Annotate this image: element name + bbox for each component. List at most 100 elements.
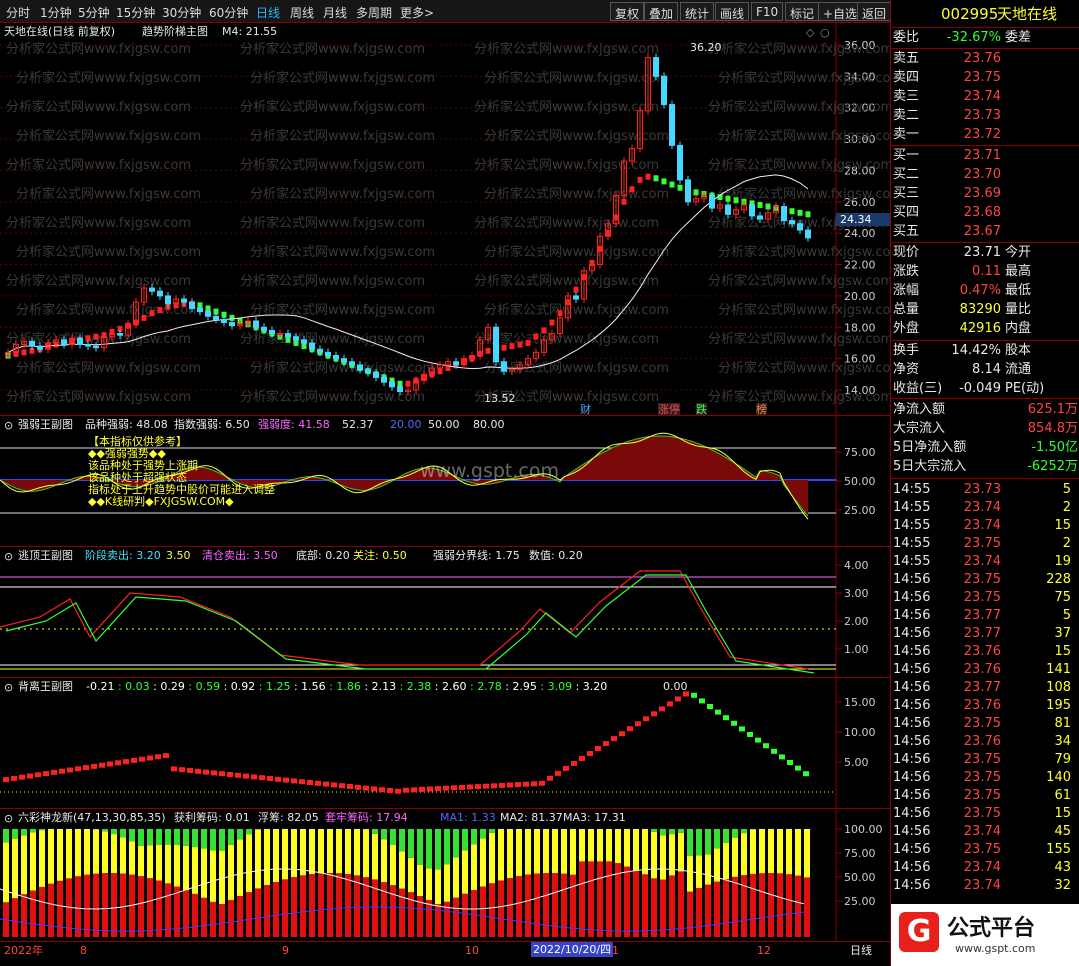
draw-button[interactable]: 画线 (715, 2, 750, 21)
subchart4-name: 六彩神龙新(47,13,30,85,35) (18, 811, 166, 824)
stat-label-right: 最高 (1005, 264, 1032, 279)
chip-red (471, 889, 477, 937)
chip-red (84, 874, 90, 937)
subchart4-icon[interactable]: ⊙ (4, 812, 13, 825)
chip-yellow (399, 851, 405, 889)
indicator-notes: 【本指标仅供参考】 ◆◆强弱强势◆◆ 该品种处于强势上涨期 该品种处于超强状态 … (88, 436, 275, 508)
candle-body (253, 320, 259, 328)
tick-price: 23.75 (963, 536, 1001, 551)
divergence-step (739, 726, 745, 732)
stat-label: 净资 (893, 362, 920, 377)
divergence-step (283, 777, 289, 783)
divergence-step (715, 709, 721, 715)
period-1min[interactable]: 1分钟 (40, 4, 72, 21)
chip-red (228, 899, 234, 937)
bid-label: 买三 (893, 186, 920, 201)
tick-volume: 15 (1054, 518, 1071, 533)
diamond-icon[interactable]: ◇ (806, 26, 814, 39)
chip-subchart-pane[interactable]: 100.00 75.00 50.00 25.00 ⊙ 六彩神龙新(47,13,30,8… (0, 808, 890, 941)
f10-button[interactable]: F10 (751, 2, 784, 21)
chip-red (777, 873, 783, 937)
period-monthly[interactable]: 月线 (323, 4, 347, 21)
period-5min[interactable]: 5分钟 (78, 4, 110, 21)
main-chart-pane[interactable]: 36.00 34.00 32.00 30.00 28.00 26.00 24.00 22.00… (0, 23, 890, 415)
watermark-text: 分析家公式网www.fxjgsw.com (240, 215, 425, 231)
chip-green (219, 829, 225, 851)
divergence-step (243, 773, 249, 779)
period-weekly[interactable]: 周线 (290, 4, 314, 21)
divergence-step (139, 756, 145, 762)
ask-label: 卖三 (893, 89, 920, 104)
subchart1-icon[interactable]: ⊙ (4, 419, 13, 432)
candle-body (397, 386, 403, 393)
main-candle-chart[interactable]: 36.0034.0032.0030.0028.0026.0024.0022.00… (0, 23, 890, 415)
candle-body (349, 361, 355, 366)
subchart2-icon[interactable]: ⊙ (4, 550, 13, 563)
chip-green (174, 829, 180, 846)
watermark-text: 分析家公式网www.fxjgsw.com (474, 215, 659, 231)
divergence-step (339, 783, 345, 789)
flow-value: -6252万 (1027, 459, 1078, 474)
strength-subchart-pane[interactable]: 75.00 50.00 25.00 ⊙ 强弱王副图 品种强弱: 48.08 指数强弱… (0, 415, 890, 546)
divergence-step (107, 761, 113, 767)
tick-volume: 5 (1062, 608, 1071, 623)
divergence-value: : 3.20 (572, 680, 608, 693)
stock-name: 天地在线 (997, 5, 1058, 23)
period-daily[interactable]: 日线 (256, 4, 280, 21)
chip-red (21, 894, 27, 937)
chip-chart[interactable]: 100.00 75.00 50.00 25.00 (0, 809, 890, 941)
trend-step (485, 347, 491, 354)
period-30min[interactable]: 30分钟 (162, 4, 201, 21)
chip-green (21, 829, 27, 836)
divergence-step (363, 785, 369, 791)
stats-button[interactable]: 统计 (680, 2, 715, 21)
chip-green (147, 829, 153, 846)
tick-price: 23.74 (963, 860, 1001, 875)
axis-month-10: 10 (465, 944, 479, 957)
chip-red (714, 881, 720, 937)
close-icon[interactable]: ○ (820, 26, 830, 39)
fuquan-button[interactable]: 复权 (610, 2, 645, 21)
chip-yellow (165, 844, 171, 884)
tick-volume: 141 (1046, 662, 1071, 677)
chip-red (318, 873, 324, 937)
escape-top-chart[interactable]: 4.00 3.00 2.00 1.00 (0, 547, 890, 677)
divergence-step (459, 784, 465, 790)
chip-green (480, 829, 486, 839)
chip-red (102, 873, 108, 937)
chip-red (30, 890, 36, 937)
back-button[interactable]: 返回 (857, 2, 892, 21)
divergence-step (195, 768, 201, 774)
event-drop: 跌 (696, 403, 707, 415)
period-more[interactable]: 更多> (400, 4, 434, 21)
overlay-button[interactable]: 叠加 (644, 2, 679, 21)
stat-label-right: 今开 (1005, 245, 1032, 260)
trend-step (765, 203, 771, 210)
period-multi[interactable]: 多周期 (356, 4, 392, 21)
add-watchlist-button[interactable]: +自选 (818, 2, 863, 21)
divergence-step (147, 755, 153, 761)
period-fenshi[interactable]: 分时 (6, 4, 30, 21)
escape-top-subchart-pane[interactable]: 4.00 3.00 2.00 1.00 ⊙ 逃顶王副图 阶段卖出: 3.20 3.50… (0, 546, 890, 677)
stat-value: -0.049 (959, 381, 1001, 396)
chip-yellow (525, 829, 531, 875)
chip-red (597, 861, 603, 937)
mark-button[interactable]: 标记 (785, 2, 820, 21)
watermark-text: 分析家公式网www.fxjgsw.com (484, 244, 669, 260)
bid-row: 买一 23.71 (891, 146, 1079, 165)
period-15min[interactable]: 15分钟 (116, 4, 155, 21)
subchart3-icon[interactable]: ⊙ (4, 681, 13, 694)
bid-row: 买四 23.68 (891, 203, 1079, 222)
chip-red (642, 874, 648, 937)
candle-body (317, 348, 323, 353)
period-60min[interactable]: 60分钟 (209, 4, 248, 21)
tick-time: 14:56 (893, 590, 931, 605)
chip-red (210, 901, 216, 937)
divergence-subchart-pane[interactable]: 15.00 10.00 5.00 ⊙ 背离王副图 -0.21 : 0.03 : 0.… (0, 677, 890, 808)
flow-label: 5日大宗流入 (893, 459, 967, 474)
high-price-label: 36.20 (690, 41, 722, 54)
chip-red (255, 888, 261, 937)
divergence-step (515, 782, 521, 788)
chip-yellow (372, 833, 378, 880)
divergence-chart[interactable]: 15.00 10.00 5.00 (0, 678, 890, 808)
